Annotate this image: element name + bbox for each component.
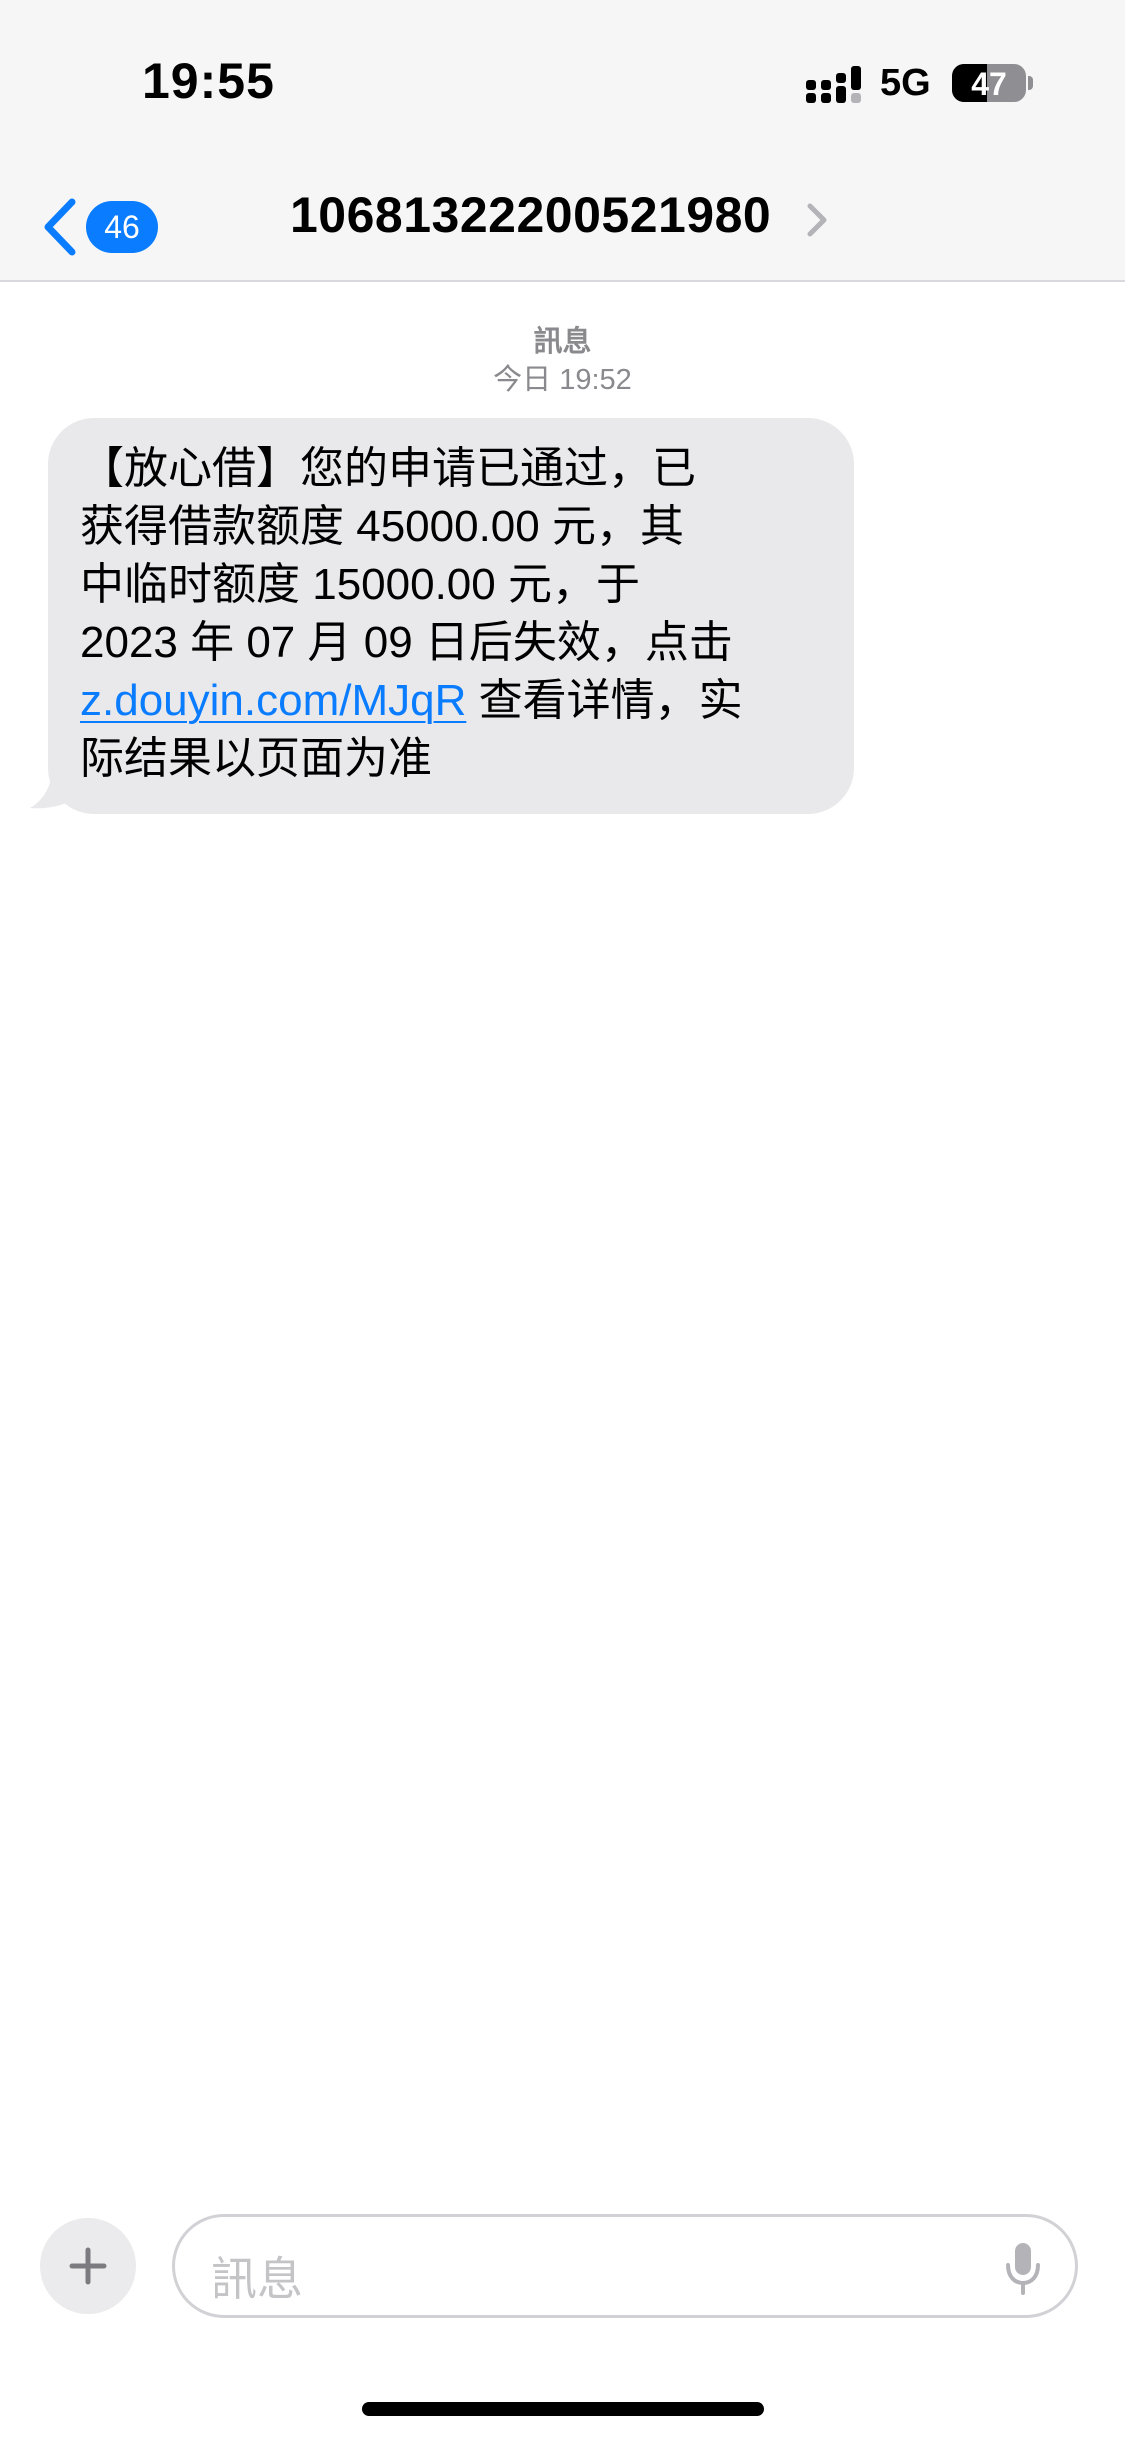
message-link[interactable]: z.douyin.com/MJqR <box>80 676 466 725</box>
messages-screen: 19:55 5G 47 46 10681322200521980 訊息 今日 1… <box>0 0 1125 2439</box>
message-line: 【放心借】您的申请已通过，已 <box>80 444 696 493</box>
battery-icon: 47 <box>952 64 1026 102</box>
plus-icon <box>69 2247 107 2285</box>
message-line: 2023 年 07 月 09 日后失效，点击 <box>80 618 733 667</box>
chevron-right-icon[interactable] <box>806 202 828 238</box>
home-indicator[interactable] <box>362 2402 764 2416</box>
back-chevron-icon <box>44 198 76 256</box>
contact-title[interactable]: 10681322200521980 <box>290 186 771 244</box>
back-button[interactable]: 46 <box>40 192 158 262</box>
message-bubble[interactable]: 【放心借】您的申请已通过，已 获得借款额度 45000.00 元，其 中临时额度… <box>48 418 854 814</box>
message-text-after-link: 查看详情，实 <box>466 676 743 725</box>
microphone-icon[interactable] <box>1003 2241 1043 2297</box>
message-input[interactable]: 訊息 <box>172 2214 1078 2318</box>
status-time: 19:55 <box>142 53 275 109</box>
conversation-service-label: 訊息 <box>533 326 592 358</box>
top-header: 19:55 5G 47 46 10681322200521980 <box>0 0 1125 282</box>
message-line: 获得借款额度 45000.00 元，其 <box>80 502 684 551</box>
message-input-placeholder: 訊息 <box>211 2253 303 2305</box>
conversation-timestamp: 今日 19:52 <box>493 364 632 396</box>
message-line: 中临时额度 15000.00 元，于 <box>80 560 640 609</box>
message-line: z.douyin.com/MJqR 查看详情，实 <box>80 672 824 730</box>
network-type: 5G <box>880 62 931 104</box>
unread-count-badge: 46 <box>86 201 158 253</box>
battery-nub <box>1028 76 1033 90</box>
battery-level: 47 <box>971 66 1007 102</box>
message-line: 际结果以页面为准 <box>80 734 432 783</box>
add-attachment-button[interactable] <box>40 2218 136 2314</box>
signal-icon <box>806 66 861 103</box>
